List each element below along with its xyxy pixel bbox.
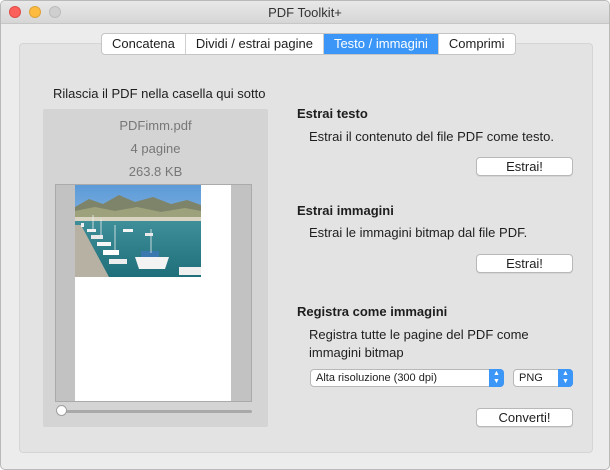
format-select-value: PNG bbox=[519, 372, 543, 384]
save-as-images-description: Registra tutte le pagine del PDF come im… bbox=[309, 327, 529, 360]
page-slider-thumb[interactable] bbox=[56, 405, 67, 416]
tab-comprimi[interactable]: Comprimi bbox=[439, 34, 515, 54]
tab-concatena[interactable]: Concatena bbox=[102, 34, 186, 54]
page-count: 4 pagine bbox=[130, 141, 181, 156]
extract-text-heading: Estrai testo bbox=[297, 106, 368, 121]
convert-button[interactable]: Converti! bbox=[476, 408, 573, 427]
window-title: PDF Toolkit+ bbox=[268, 5, 342, 20]
extract-images-heading: Estrai immagini bbox=[297, 203, 394, 218]
file-size: 263.8 KB bbox=[128, 164, 183, 179]
title-bar: PDF Toolkit+ bbox=[1, 1, 609, 24]
chevron-updown-icon: ▲ ▼ bbox=[558, 369, 573, 387]
drop-instructions: Rilascia il PDF nella casella qui sotto bbox=[53, 86, 266, 101]
file-name: PDFimm.pdf bbox=[119, 118, 192, 133]
extract-images-button[interactable]: Estrai! bbox=[476, 254, 573, 273]
extract-text-button[interactable]: Estrai! bbox=[476, 157, 573, 176]
resolution-select-value: Alta risoluzione (300 dpi) bbox=[316, 372, 438, 384]
tab-testo-immagini[interactable]: Testo / immagini bbox=[323, 34, 439, 54]
tab-dividi-estrai[interactable]: Dividi / estrai pagine bbox=[186, 34, 324, 54]
tab-bar: Concatena Dividi / estrai pagine Testo /… bbox=[101, 33, 516, 55]
harbor-photo-image bbox=[75, 185, 201, 277]
save-as-images-heading: Registra come immagini bbox=[297, 304, 448, 319]
chevron-updown-icon: ▲ ▼ bbox=[489, 369, 504, 387]
resolution-select[interactable]: Alta risoluzione (300 dpi) ▲ ▼ bbox=[310, 369, 504, 387]
page-slider-track[interactable] bbox=[59, 410, 252, 413]
format-select[interactable]: PNG ▲ ▼ bbox=[513, 369, 573, 387]
extract-images-description: Estrai le immagini bitmap dal file PDF. bbox=[309, 225, 528, 240]
extract-text-description: Estrai il contenuto del file PDF come te… bbox=[309, 129, 554, 144]
app-window: PDF Toolkit+ Concatena Dividi / estrai p… bbox=[0, 0, 610, 470]
